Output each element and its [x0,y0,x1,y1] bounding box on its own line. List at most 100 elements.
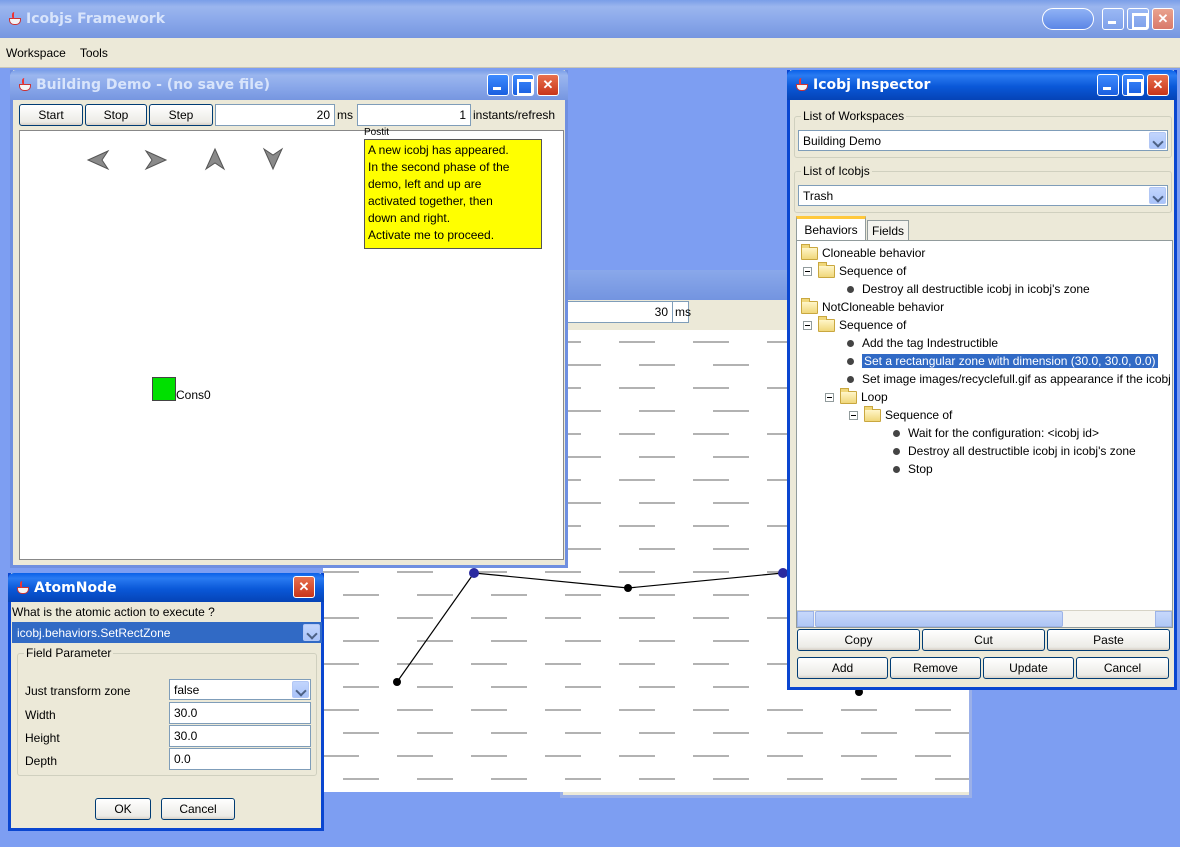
inspector-maximize-icon[interactable] [1122,74,1144,96]
arrow-down-icon[interactable] [262,147,284,171]
folder-icon [801,243,818,260]
height-field[interactable]: 30.0 [169,725,311,747]
action-select[interactable]: icobj.behaviors.SetRectZone [12,622,322,643]
background-delay-field[interactable]: 30 [565,301,673,323]
just-transform-zone-select[interactable]: false [169,679,311,700]
postit-line: down and right. [368,211,451,225]
inspector-close-icon[interactable] [1147,74,1169,96]
delay-unit-label: ms [337,108,353,122]
cons-icobj[interactable] [152,377,176,401]
chevron-down-icon [292,681,309,698]
cut-button[interactable]: Cut [922,629,1045,651]
inspector-minimize-icon[interactable] [1097,74,1119,96]
tree-item[interactable]: Wait for the configuration: <icobj id> [893,424,1099,442]
java-icon [16,77,32,93]
stop-button[interactable]: Stop [85,104,147,126]
leaf-bullet-icon [893,447,900,455]
menu-bar: Workspace Tools [0,38,1180,68]
scroll-right-icon[interactable] [1155,611,1172,627]
arrow-right-icon[interactable] [144,149,168,171]
depth-field[interactable]: 0.0 [169,748,311,770]
menu-tools[interactable]: Tools [80,46,108,60]
arrow-up-icon[interactable] [204,147,226,171]
step-button[interactable]: Step [149,104,213,126]
demo-canvas[interactable]: Postit A new icobj has appeared. In the … [19,127,564,560]
tree-item[interactable]: Sequence of [849,405,952,424]
delay-field[interactable]: 20 [215,104,335,126]
main-close-icon[interactable] [1152,8,1174,30]
workspace-select[interactable]: Building Demo [798,130,1168,151]
icobj-select[interactable]: Trash [798,185,1168,206]
add-button[interactable]: Add [797,657,888,679]
tray-toggle-icon[interactable] [1042,8,1094,30]
update-button[interactable]: Update [983,657,1074,679]
collapse-icon[interactable] [803,320,812,330]
tree-item[interactable]: Add the tag Indestructible [847,334,998,352]
tree-item[interactable]: Set image images/recyclefull.gif as appe… [847,370,1172,388]
main-title-bar[interactable]: Icobjs Framework [0,0,1180,38]
main-maximize-icon[interactable] [1127,8,1149,30]
menu-workspace[interactable]: Workspace [6,46,66,60]
building-minimize-icon[interactable] [487,74,509,96]
chevron-down-icon [303,624,320,641]
folder-icon [801,297,818,314]
field-parameter-legend: Field Parameter [24,646,114,660]
building-demo-title-bar[interactable]: Building Demo - (no save file) [10,70,568,100]
tree-item[interactable]: Sequence of [803,261,906,280]
start-button[interactable]: Start [19,104,83,126]
building-close-icon[interactable] [537,74,559,96]
tree-item[interactable]: NotCloneable behavior [801,297,944,316]
param-label: Just transform zone [25,684,131,698]
atomnode-title-bar[interactable]: AtomNode [8,573,324,602]
building-demo-title: Building Demo - (no save file) [36,77,271,93]
atomnode-cancel-button[interactable]: Cancel [161,798,235,820]
width-field[interactable]: 30.0 [169,702,311,724]
tree-item[interactable]: Destroy all destructible icobj in icobj'… [893,442,1136,460]
paste-button[interactable]: Paste [1047,629,1170,651]
postit-note[interactable]: A new icobj has appeared. In the second … [364,139,542,249]
tab-fields[interactable]: Fields [867,220,909,240]
param-label: Depth [25,754,58,768]
cons-label: Cons0 [176,388,211,402]
java-icon [793,77,809,93]
postit-line: In the second phase of the [368,160,510,174]
collapse-icon[interactable] [849,410,858,420]
postit-header: Postit [364,127,390,138]
tree-item[interactable]: Loop [825,387,888,406]
leaf-bullet-icon [847,285,854,293]
atomnode-close-icon[interactable] [293,576,315,598]
tab-behaviors[interactable]: Behaviors [796,216,866,240]
tree-item[interactable]: Destroy all destructible icobj in icobj'… [847,280,1090,298]
ok-button[interactable]: OK [95,798,151,820]
postit-line: activated together, then [368,194,493,208]
graph-edges [396,572,784,683]
scroll-thumb[interactable] [815,611,1063,627]
building-demo-window: Building Demo - (no save file) Start Sto… [10,70,568,568]
instants-field[interactable]: 1 [357,104,471,126]
collapse-icon[interactable] [825,392,834,402]
param-label: Height [25,731,60,745]
horizontal-scrollbar[interactable] [797,610,1172,627]
tree-item-selected[interactable]: Set a rectangular zone with dimension (3… [847,352,1158,370]
chevron-down-icon [1149,187,1166,204]
tree-item[interactable]: Sequence of [803,315,906,334]
tree-item[interactable]: Stop [893,460,933,478]
postit-line: demo, left and up are [368,177,482,191]
postit-line: A new icobj has appeared. [368,143,509,157]
graph-node [469,568,479,578]
graph-node [624,584,632,592]
cancel-button[interactable]: Cancel [1076,657,1169,679]
main-minimize-icon[interactable] [1102,8,1124,30]
collapse-icon[interactable] [803,266,812,276]
remove-button[interactable]: Remove [890,657,981,679]
leaf-bullet-icon [893,429,900,437]
main-window-title: Icobjs Framework [26,11,166,27]
main-window: Icobjs Framework Workspace Tools [0,0,1180,72]
behavior-tree[interactable]: Cloneable behavior Sequence of Destroy a… [796,240,1173,628]
leaf-bullet-icon [847,339,854,347]
tree-item[interactable]: Cloneable behavior [801,243,925,262]
arrow-left-icon[interactable] [86,149,110,171]
scroll-left-icon[interactable] [797,611,814,627]
copy-button[interactable]: Copy [797,629,920,651]
building-maximize-icon[interactable] [512,74,534,96]
